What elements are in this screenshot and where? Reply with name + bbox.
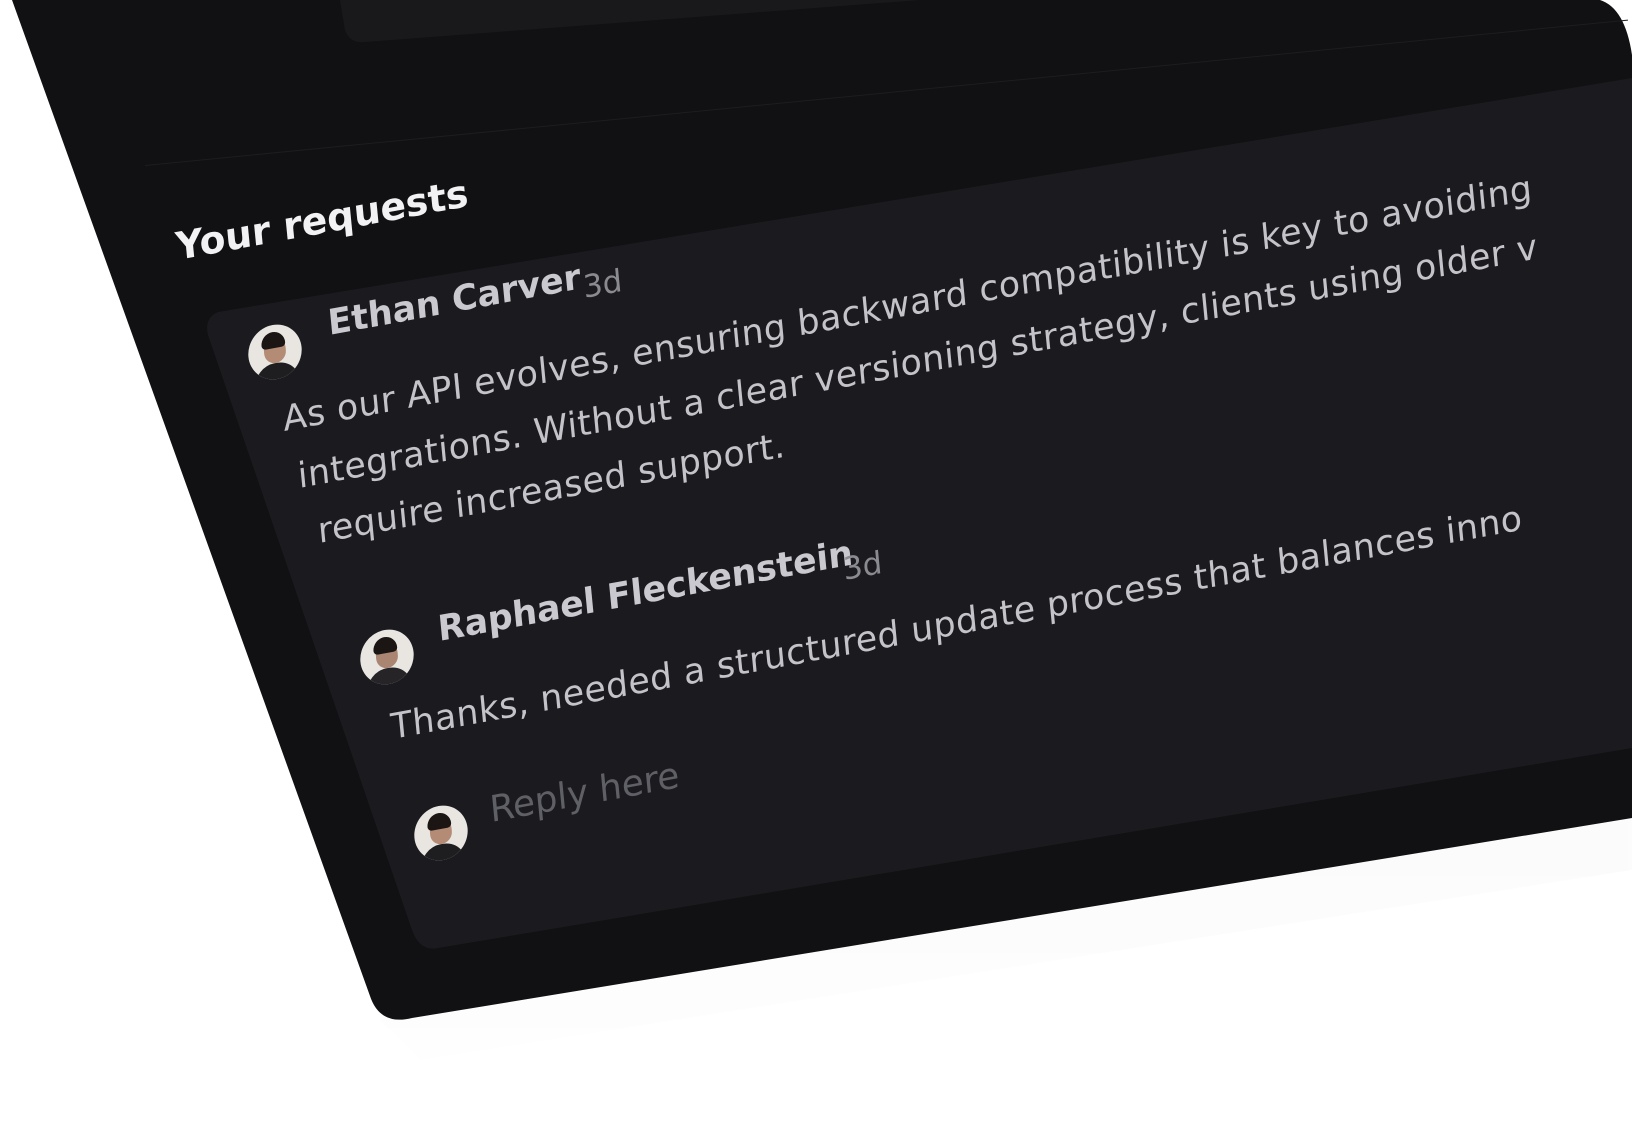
page: Your requests Ethan Carver 3d As our API… bbox=[0, 0, 1635, 1143]
request-time: 3d bbox=[581, 262, 624, 306]
reply-time: 3d bbox=[841, 544, 884, 588]
